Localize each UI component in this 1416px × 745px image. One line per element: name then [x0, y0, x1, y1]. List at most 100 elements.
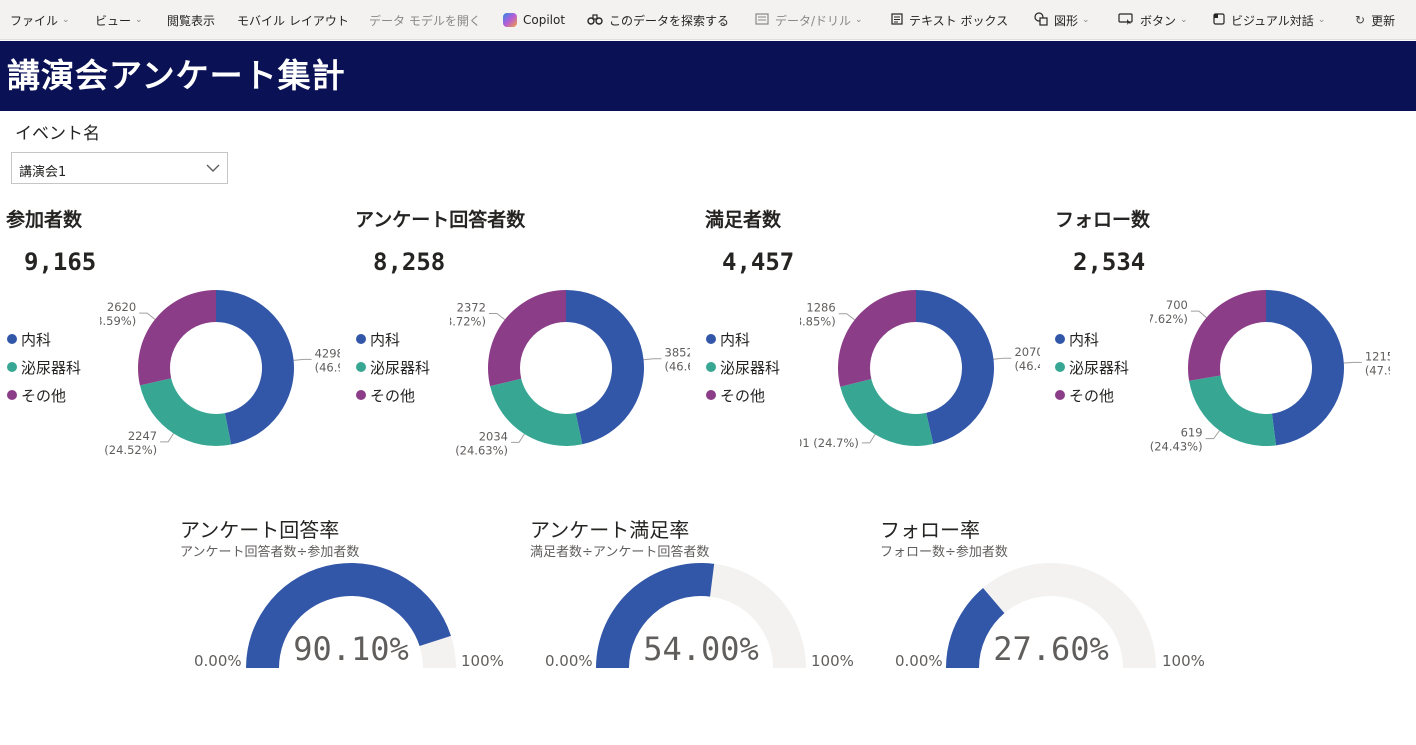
legend-dot: [1055, 362, 1065, 372]
card-value-respondents: 8,258: [373, 248, 446, 276]
chevron-down-icon: ⌄: [1317, 15, 1326, 25]
card-title-satisfied: 満足者数: [705, 209, 782, 231]
chevron-down-icon: ⌄: [1082, 15, 1090, 25]
legend-item-other[interactable]: その他: [706, 381, 780, 409]
legend-dot: [356, 334, 366, 344]
legend-label: 泌尿器科: [720, 358, 781, 377]
legend-item-internal[interactable]: 内科: [356, 325, 430, 353]
legend-dot: [706, 362, 716, 372]
legend-dot: [7, 390, 17, 400]
copilot-button[interactable]: Copilot: [503, 0, 565, 40]
slicer-selected-value: 講演会1: [19, 165, 67, 180]
event-name-dropdown[interactable]: 講演会1: [11, 152, 228, 184]
label-leader-line: [293, 358, 312, 361]
chevron-down-icon: ⌄: [135, 15, 143, 25]
donut-chart-follow[interactable]: 1215(47.95...) 619(24.43%) 700(27.62%): [1150, 266, 1390, 476]
legend-item-urology[interactable]: 泌尿器科: [706, 353, 780, 381]
gauge-subtitle: フォロー数÷参加者数: [880, 545, 1008, 560]
legend-label: その他: [720, 386, 766, 405]
legend: 内科 泌尿器科 その他: [706, 325, 780, 409]
label-leader-line: [511, 433, 525, 443]
gauge-value: 90.10%: [293, 630, 409, 668]
legend-item-urology[interactable]: 泌尿器科: [1055, 353, 1129, 381]
legend-item-urology[interactable]: 泌尿器科: [7, 353, 81, 381]
label-leader-line: [1190, 310, 1207, 318]
donut-chart-respondents[interactable]: 3852(46.65%) 2034(24.63%) 2372(28.72%): [450, 266, 690, 476]
data-label: (28.72%): [450, 314, 486, 328]
data-drill-button[interactable]: データ/ドリル ⌄: [755, 0, 863, 40]
legend: 内科 泌尿器科 その他: [1055, 325, 1129, 409]
legend-item-urology[interactable]: 泌尿器科: [356, 353, 430, 381]
donut-chart-satisfied[interactable]: 2070(46.44%) 1101 (24.7%) 1286(28.85%): [800, 266, 1040, 476]
buttons-label: ボタン: [1140, 13, 1177, 28]
menu-file-label: ファイル: [10, 13, 59, 28]
drill-icon: [755, 12, 769, 28]
legend-item-internal[interactable]: 内科: [706, 325, 780, 353]
visual-interaction-label: ビジュアル対話: [1231, 13, 1314, 28]
chevron-down-icon: ⌄: [62, 15, 70, 25]
donut-chart-participants[interactable]: 4298(46.9%) 2247(24.52%) 2620(28.59%): [100, 266, 340, 476]
donut-slice[interactable]: [838, 290, 916, 387]
donut-slice[interactable]: [216, 290, 295, 445]
data-label: (27.62%): [1150, 312, 1188, 326]
donut-slice[interactable]: [1266, 290, 1344, 446]
gauge-title-response-rate: アンケート回答率: [180, 518, 340, 542]
toolbar: ファイル ⌄ ビュー ⌄ 閲覧表示 モバイル レイアウト データ モデルを開く Co…: [0, 0, 1416, 40]
menu-view[interactable]: ビュー ⌄: [95, 0, 143, 40]
gauge-max-label: 100%: [1162, 652, 1205, 670]
reading-view-button[interactable]: 閲覧表示: [167, 0, 215, 40]
mobile-layout-button[interactable]: モバイル レイアウト: [237, 0, 349, 40]
binoculars-icon: [587, 13, 603, 28]
menu-file[interactable]: ファイル ⌄: [10, 0, 70, 40]
data-label: 2034: [479, 429, 508, 443]
visual-interaction-button[interactable]: ビジュアル対話 ⌄: [1213, 0, 1325, 40]
reading-view-label: 閲覧表示: [167, 13, 216, 28]
legend-item-other[interactable]: その他: [356, 381, 430, 409]
label-leader-line: [643, 358, 662, 361]
label-leader-line: [160, 433, 174, 443]
legend-item-other[interactable]: その他: [1055, 381, 1129, 409]
explore-data-button[interactable]: このデータを探索する: [587, 0, 729, 40]
legend-label: 内科: [21, 330, 52, 349]
mobile-layout-label: モバイル レイアウト: [237, 13, 349, 28]
shapes-button[interactable]: 図形 ⌄: [1034, 0, 1090, 40]
copilot-label: Copilot: [523, 13, 566, 27]
card-value-participants: 9,165: [24, 248, 97, 276]
legend-dot: [706, 334, 716, 344]
textbox-button[interactable]: テキスト ボックス: [891, 0, 1008, 40]
label-leader-line: [1205, 430, 1220, 440]
legend-item-internal[interactable]: 内科: [1055, 325, 1129, 353]
data-label: 3852: [665, 346, 690, 360]
data-label: (47.95...): [1365, 363, 1390, 377]
data-label: (24.63%): [455, 443, 508, 457]
chevron-down-icon: [206, 164, 220, 172]
copilot-icon: [503, 13, 517, 27]
shapes-label: 図形: [1054, 13, 1079, 28]
label-leader-line: [488, 312, 506, 321]
shapes-icon: [1034, 11, 1048, 29]
refresh-button[interactable]: ↻ 更新: [1355, 0, 1395, 40]
legend-label: 泌尿器科: [370, 358, 431, 377]
legend-item-other[interactable]: その他: [7, 381, 81, 409]
legend-dot: [7, 334, 17, 344]
buttons-button[interactable]: ボタン ⌄: [1118, 0, 1188, 40]
report-title: 講演会アンケート集計: [7, 56, 346, 95]
data-label: 1286: [806, 301, 835, 315]
textbox-icon: [891, 12, 903, 28]
gauge-min-label: 0.00%: [895, 652, 943, 670]
gauge-max-label: 100%: [461, 652, 504, 670]
gauge-max-label: 100%: [811, 652, 854, 670]
donut-slice[interactable]: [138, 290, 216, 386]
legend: 内科 泌尿器科 その他: [7, 325, 81, 409]
donut-slice[interactable]: [1188, 290, 1266, 381]
data-label: 2070: [1014, 345, 1040, 359]
donut-slice[interactable]: [488, 290, 566, 387]
legend-item-internal[interactable]: 内科: [7, 325, 81, 353]
label-leader-line: [838, 313, 855, 321]
donut-slice[interactable]: [566, 290, 644, 445]
visual-interaction-icon: [1213, 12, 1225, 28]
label-leader-line: [861, 434, 876, 444]
open-data-model-button[interactable]: データ モデルを開く: [369, 0, 481, 40]
gauge-min-label: 0.00%: [194, 652, 242, 670]
legend-label: 泌尿器科: [1069, 358, 1130, 377]
